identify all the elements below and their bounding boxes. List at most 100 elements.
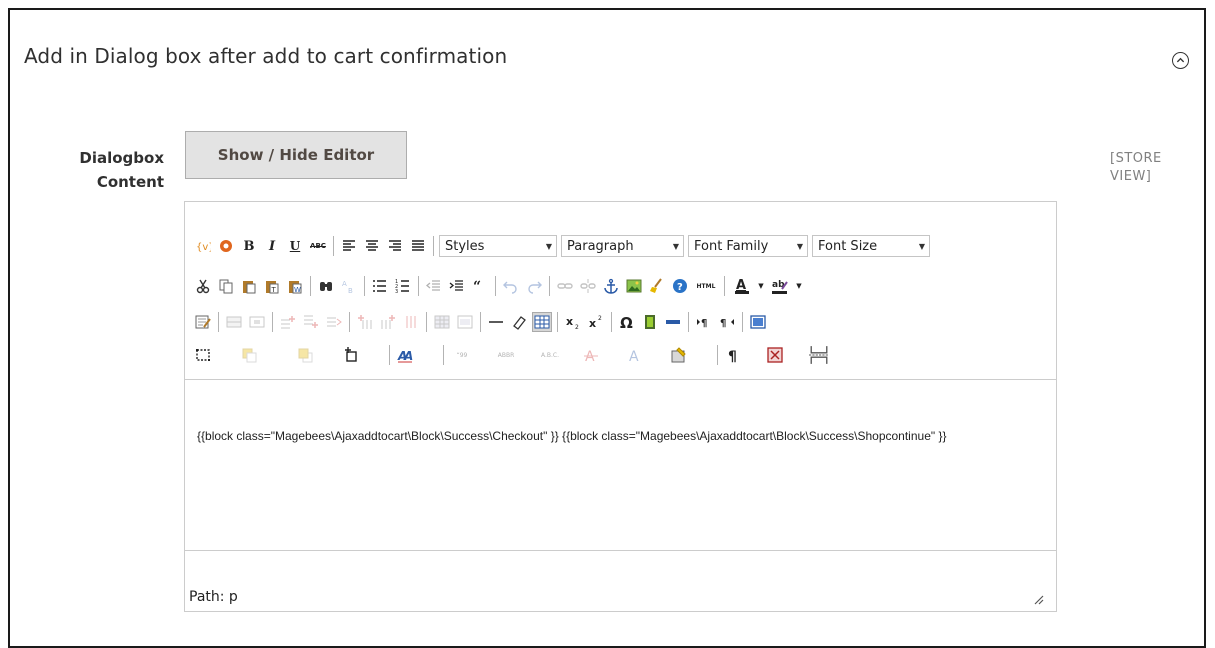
scope-label: [STORE VIEW] [1110, 150, 1162, 186]
paste-icon[interactable] [239, 276, 259, 296]
help-icon[interactable]: ? [670, 276, 690, 296]
remove-format-icon[interactable] [509, 312, 529, 332]
cite-icon[interactable]: “99 [449, 345, 475, 365]
toolbar-row-4: AA “99 ABBR A.B.C. A A ¶ [193, 343, 834, 367]
field-label-line2: Content [96, 173, 164, 191]
html-source-button[interactable]: HTML [693, 276, 719, 296]
separator [611, 312, 612, 332]
highlight-color-dropdown-icon[interactable]: ▼ [795, 276, 803, 296]
strikethrough-button[interactable]: ABC [308, 236, 328, 256]
replace-icon[interactable]: AB [339, 276, 359, 296]
editor-statusbar: Path: p [185, 551, 1056, 611]
insert-text-icon[interactable]: A [625, 345, 645, 365]
acronym-icon[interactable]: A.B.C. [537, 345, 563, 365]
insert-layer-icon[interactable] [663, 312, 683, 332]
paste-text-icon[interactable]: T [262, 276, 282, 296]
unlink-icon[interactable] [578, 276, 598, 296]
subscript-icon[interactable]: x2 [563, 312, 583, 332]
insert-time-icon[interactable] [341, 345, 361, 365]
page-break-icon[interactable] [807, 345, 831, 365]
bold-label: B [243, 238, 255, 254]
redo-icon[interactable] [524, 276, 544, 296]
move-backward-icon[interactable] [295, 345, 315, 365]
blockquote-icon[interactable]: “ [470, 276, 490, 296]
highlight-color-button[interactable]: ab [768, 276, 792, 296]
insert-row-before-icon[interactable] [278, 312, 298, 332]
move-forward-icon[interactable] [239, 345, 259, 365]
svg-text:A: A [736, 278, 746, 293]
anchor-icon[interactable] [601, 276, 621, 296]
font-family-select[interactable]: Font Family ▼ [688, 235, 808, 257]
table-properties-icon[interactable] [193, 312, 213, 332]
cut-icon[interactable] [193, 276, 213, 296]
separator [333, 236, 334, 256]
paragraph-select[interactable]: Paragraph ▼ [561, 235, 684, 257]
fullscreen-icon[interactable] [748, 312, 768, 332]
styles-select[interactable]: Styles ▼ [439, 235, 557, 257]
editor-content[interactable]: {{block class="Magebees\Ajaxaddtocart\Bl… [197, 428, 1045, 445]
attributes-icon[interactable] [669, 345, 689, 365]
svg-text:Ω: Ω [620, 314, 633, 330]
insert-row-after-icon[interactable] [301, 312, 321, 332]
svg-text:2: 2 [575, 324, 579, 330]
undo-icon[interactable] [501, 276, 521, 296]
bold-button[interactable]: B [239, 236, 259, 256]
separator [717, 345, 718, 365]
split-cells-icon[interactable] [432, 312, 452, 332]
editor-content-area[interactable]: {{block class="Magebees\Ajaxaddtocart\Bl… [185, 380, 1056, 551]
section-title[interactable]: Add in Dialog box after add to cart conf… [24, 44, 507, 68]
non-breaking-icon[interactable] [765, 345, 785, 365]
insert-col-before-icon[interactable] [355, 312, 375, 332]
superscript-icon[interactable]: x2 [586, 312, 606, 332]
align-left-icon[interactable] [339, 236, 359, 256]
delete-text-icon[interactable]: A [581, 345, 601, 365]
insert-table-icon[interactable] [532, 312, 552, 332]
separator [549, 276, 550, 296]
link-icon[interactable] [555, 276, 575, 296]
resize-grip-icon[interactable] [1032, 593, 1044, 605]
strikethrough-label: ABC [310, 242, 326, 250]
delete-row-icon[interactable] [324, 312, 344, 332]
style-props-icon[interactable]: AA [395, 345, 415, 365]
delete-col-icon[interactable] [401, 312, 421, 332]
find-icon[interactable] [316, 276, 336, 296]
row-properties-icon[interactable] [224, 312, 244, 332]
insert-image-icon[interactable] [624, 276, 644, 296]
insert-variable-icon[interactable]: {v} [193, 236, 213, 256]
underline-button[interactable]: U [285, 236, 305, 256]
absolute-position-icon[interactable] [193, 345, 213, 365]
visual-chars-icon[interactable]: ¶ [723, 345, 743, 365]
svg-text:B: B [348, 287, 353, 294]
rtl-icon[interactable]: ¶ [717, 312, 737, 332]
special-char-icon[interactable]: Ω [617, 312, 637, 332]
indent-icon[interactable] [447, 276, 467, 296]
bullet-list-icon[interactable] [370, 276, 390, 296]
cell-properties-icon[interactable] [247, 312, 267, 332]
outdent-icon[interactable] [424, 276, 444, 296]
numbered-list-icon[interactable]: 123 [393, 276, 413, 296]
align-right-icon[interactable] [385, 236, 405, 256]
svg-text:¶: ¶ [701, 318, 707, 329]
font-color-dropdown-icon[interactable]: ▼ [757, 276, 765, 296]
copy-icon[interactable] [216, 276, 236, 296]
insert-widget-icon[interactable] [216, 236, 236, 256]
ltr-icon[interactable]: ¶ [694, 312, 714, 332]
show-hide-editor-button[interactable]: Show / Hide Editor [185, 131, 407, 179]
insert-col-after-icon[interactable] [378, 312, 398, 332]
toolbar-row-3: x2 x2 Ω ¶ ¶ [193, 310, 771, 334]
font-size-select[interactable]: Font Size ▼ [812, 235, 930, 257]
cleanup-icon[interactable] [647, 276, 667, 296]
paragraph-select-value: Paragraph [567, 238, 634, 254]
wysiwyg-editor: {v} B I U ABC Styles ▼ Paragraph ▼ Font Fa… [184, 201, 1057, 612]
font-color-button[interactable]: A [730, 276, 754, 296]
collapse-button[interactable] [1172, 52, 1189, 69]
merge-cells-icon[interactable] [455, 312, 475, 332]
paste-word-icon[interactable]: W [285, 276, 305, 296]
abbr-icon[interactable]: ABBR [493, 345, 519, 365]
italic-button[interactable]: I [262, 236, 282, 256]
svg-text:?: ? [677, 282, 683, 293]
align-justify-icon[interactable] [408, 236, 428, 256]
align-center-icon[interactable] [362, 236, 382, 256]
horizontal-rule-icon[interactable] [486, 312, 506, 332]
insert-media-icon[interactable] [640, 312, 660, 332]
